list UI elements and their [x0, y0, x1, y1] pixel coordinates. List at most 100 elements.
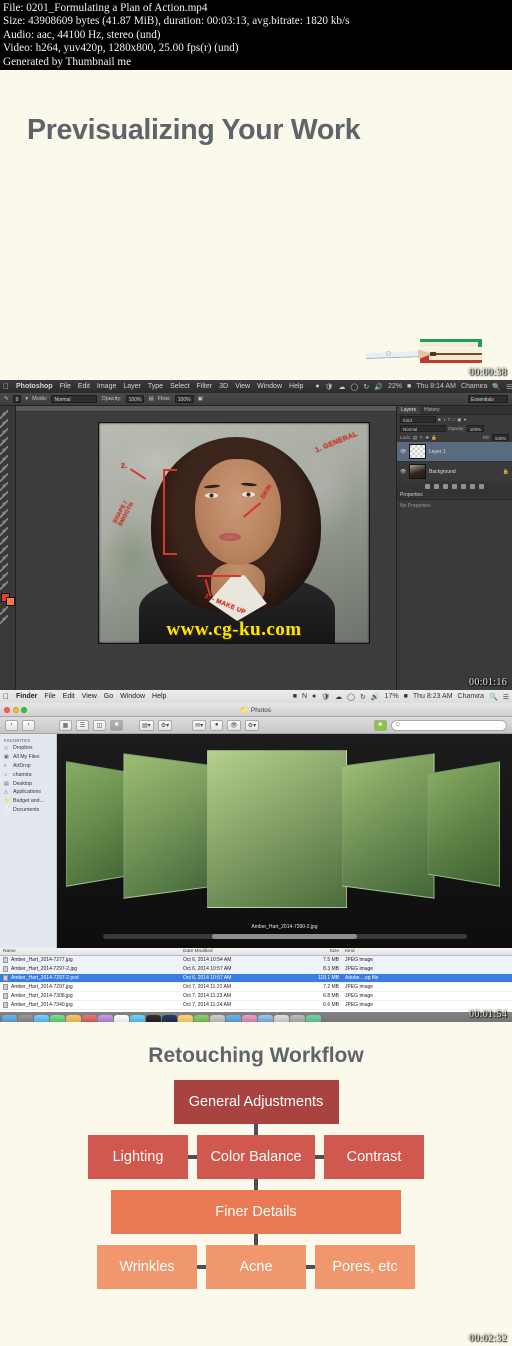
recording-status-icon[interactable]: ■	[293, 693, 297, 700]
dodge-tool-icon[interactable]	[0, 527, 8, 536]
clone-stamp-tool-icon[interactable]	[0, 482, 8, 491]
new-group-icon[interactable]	[461, 484, 466, 489]
cloud-status-icon-finder[interactable]: ☁	[335, 693, 342, 701]
menu-help-finder[interactable]: Help	[152, 693, 166, 700]
menubar-clock-finder[interactable]: Thu 8:23 AM	[413, 693, 453, 700]
table-row[interactable]: Amber_Hart_2014-7308.jpg Oct 7, 2014 11:…	[0, 992, 512, 1001]
search-input[interactable]: Q	[390, 719, 508, 731]
menu-filter[interactable]: Filter	[197, 383, 213, 390]
layer-row-layer-1[interactable]: 👁 Layer 1	[397, 442, 512, 462]
finder-file-list[interactable]: Name Date Modified Size Kind Amber_Hart_…	[0, 948, 512, 1012]
macos-dock[interactable]	[0, 1012, 512, 1022]
coverflow-item-right-1[interactable]	[342, 753, 435, 899]
filter-toggle-icon[interactable]: ●	[464, 417, 467, 422]
table-row[interactable]: Amber_Hart_2014-7277.jpg Oct 6, 2014 10:…	[0, 956, 512, 965]
sidebar-item-applications[interactable]: △ Applications	[0, 788, 56, 797]
tablet-pressure-icon[interactable]: ▣	[198, 396, 203, 402]
lock-position-icon[interactable]: ✚	[425, 435, 429, 441]
node-color-balance[interactable]: Color Balance	[197, 1135, 315, 1179]
menu-app-finder[interactable]: Finder	[16, 693, 37, 700]
hand-tool-icon[interactable]	[0, 572, 8, 581]
dock-notes-icon[interactable]	[194, 1015, 209, 1022]
filter-pixel-icon[interactable]: ■	[438, 417, 441, 422]
layer-visibility-icon-background[interactable]: 👁	[400, 469, 406, 475]
table-row[interactable]: Amber_Hart_2014-7340.jpg Oct 7, 2014 11:…	[0, 1001, 512, 1010]
menu-type[interactable]: Type	[148, 383, 163, 390]
sidebar-item-desktop[interactable]: ▤ Desktop	[0, 779, 56, 788]
pen-tool-icon[interactable]	[0, 536, 8, 545]
dock-calendar-icon[interactable]	[242, 1015, 257, 1022]
notification-center-icon[interactable]: ☰	[506, 383, 512, 391]
menubar-user[interactable]: Chamira	[461, 383, 487, 390]
photoshop-canvas-area[interactable]: 1. GENERAL 2. SHAPE / SMOOTH SKIN 3. - M…	[16, 406, 396, 690]
menu-view-finder[interactable]: View	[82, 693, 97, 700]
menu-edit[interactable]: Edit	[78, 383, 90, 390]
eyedropper-tool-icon[interactable]	[0, 455, 8, 464]
column-header-size[interactable]: Size	[290, 948, 342, 955]
menubar-clock[interactable]: Thu 8:14 AM	[416, 383, 456, 390]
menu-image[interactable]: Image	[97, 383, 116, 390]
photoshop-tools-panel[interactable]	[0, 406, 16, 690]
shape-tool-icon[interactable]	[0, 563, 8, 572]
layer-mask-icon[interactable]	[443, 484, 448, 489]
new-layer-icon[interactable]	[470, 484, 475, 489]
dock-extra-icon[interactable]	[306, 1015, 321, 1022]
filter-adjust-icon[interactable]: ◑	[443, 417, 446, 422]
delete-layer-icon[interactable]	[479, 484, 484, 489]
node-finer-details[interactable]: Finer Details	[111, 1190, 401, 1234]
fill-value[interactable]: 100%	[491, 434, 509, 441]
adjustment-layer-icon[interactable]	[452, 484, 457, 489]
finder-toolbar[interactable]: ‹ › ▦ ☰ ◫ ■ ▤▾ ⚙▾ ✉▾ ● 👁 ⚙▾ ■ Q	[0, 717, 512, 734]
menubar-user-finder[interactable]: Chamira	[458, 693, 484, 700]
menu-help[interactable]: Help	[289, 383, 303, 390]
dock-mail-icon[interactable]	[66, 1015, 81, 1022]
tab-history[interactable]: History	[420, 406, 444, 414]
column-header-name[interactable]: Name	[0, 948, 180, 955]
sidebar-item-all-my-files[interactable]: ▣ All My Files	[0, 753, 56, 762]
coverflow-scrollbar-thumb[interactable]	[211, 934, 358, 939]
shield-status-icon[interactable]: 🛡	[325, 383, 334, 391]
blend-mode-row[interactable]: Normal Opacity: 100%	[397, 424, 512, 433]
dock-systemprefs-icon[interactable]	[210, 1015, 225, 1022]
blend-mode-select[interactable]: Normal	[51, 395, 98, 403]
layer-opacity-value[interactable]: 100%	[466, 425, 485, 432]
tags-button[interactable]: ●	[210, 719, 224, 731]
dock-downloads-icon[interactable]	[274, 1015, 289, 1022]
tab-layers[interactable]: Layers	[397, 406, 421, 414]
notification-center-icon-finder[interactable]: ☰	[503, 693, 509, 701]
workspace-switcher[interactable]: Essentials	[468, 395, 508, 403]
dock-contacts-icon[interactable]	[258, 1015, 273, 1022]
volume-status-icon[interactable]: 🔊	[374, 383, 383, 391]
sidebar-item-budget[interactable]: 📁 Budget and...	[0, 797, 56, 806]
battery-icon[interactable]: ■	[407, 383, 411, 390]
quick-select-tool-icon[interactable]	[0, 437, 8, 446]
brush-size-field[interactable]: 9	[12, 395, 22, 403]
dock-photos-icon[interactable]	[98, 1015, 113, 1022]
battery-percent-finder[interactable]: 17%	[385, 693, 399, 700]
table-row-selected[interactable]: Amber_Hart_2014-7297-2.psd Oct 6, 2014 1…	[0, 974, 512, 983]
timemachine-status-icon[interactable]: ↻	[363, 383, 369, 391]
coverflow-item-left-1[interactable]	[123, 753, 216, 899]
lock-image-icon[interactable]: ✎	[419, 435, 423, 441]
arrange-button[interactable]: ▤▾	[139, 719, 154, 731]
filter-type-icon[interactable]: T	[448, 417, 451, 422]
evernote-status-icon[interactable]: N	[302, 693, 307, 700]
menu-app-photoshop[interactable]: Photoshop	[16, 383, 53, 390]
brush-tool-icon[interactable]: ✎	[4, 396, 9, 402]
forward-button[interactable]: ›	[22, 719, 35, 731]
node-acne[interactable]: Acne	[206, 1245, 306, 1289]
eraser-tool-icon[interactable]	[0, 500, 8, 509]
layers-panel-footer[interactable]	[397, 482, 512, 491]
dock-itunes-icon[interactable]	[130, 1015, 145, 1022]
sidebar-item-documents[interactable]: 📄 Documents	[0, 805, 56, 814]
table-row[interactable]: Amber_Hart_2014-7297-2.jpg Oct 6, 2014 1…	[0, 965, 512, 974]
dock-lightroom-icon[interactable]	[162, 1015, 177, 1022]
node-general-adjustments[interactable]: General Adjustments	[173, 1080, 339, 1124]
share-button[interactable]: ✉▾	[192, 719, 207, 731]
lock-transparency-icon[interactable]: ▤	[413, 435, 417, 441]
dock-trash-icon[interactable]	[290, 1015, 305, 1022]
timemachine-status-icon-finder[interactable]: ↻	[360, 693, 366, 701]
quickmask-toggle-icon[interactable]	[0, 606, 8, 615]
color-swatches[interactable]	[0, 593, 15, 606]
dock-photoshop-icon[interactable]	[146, 1015, 161, 1022]
